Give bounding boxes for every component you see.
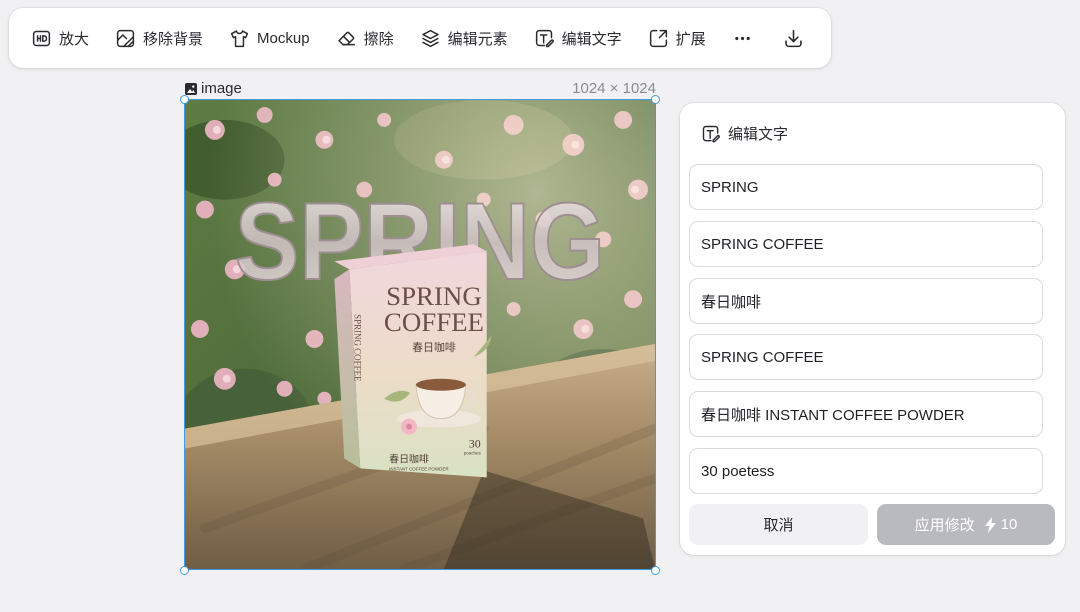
text-field-6[interactable] xyxy=(689,448,1043,494)
box-chinese-title: 春日咖啡 xyxy=(412,340,456,354)
box-count: 30 xyxy=(469,437,481,451)
text-field-2[interactable] xyxy=(689,221,1043,267)
tshirt-icon xyxy=(230,29,249,47)
apply-cost: 10 xyxy=(1000,516,1018,533)
image-layer-label[interactable]: image xyxy=(185,80,242,97)
mockup-button[interactable]: Mockup xyxy=(227,20,312,56)
remove-background-button[interactable]: 移除背景 xyxy=(113,20,205,56)
cancel-button[interactable]: 取消 xyxy=(689,504,868,545)
box-count-unit: pouches xyxy=(464,450,482,455)
box-title-line2: COFFEE xyxy=(384,307,484,337)
resize-handle-bottom-right[interactable] xyxy=(651,566,660,575)
image-dimensions: 1024 × 1024 xyxy=(572,80,656,97)
product-photo: SPRING SPRING COFFEE 春日咖啡 SPRING COFFEE … xyxy=(185,100,655,569)
resize-handle-top-left[interactable] xyxy=(180,95,189,104)
edit-text-button[interactable]: 编辑文字 xyxy=(532,20,624,56)
panel-header: 编辑文字 xyxy=(701,123,788,144)
edit-elements-label: 编辑元素 xyxy=(447,30,508,48)
box-bottom-chinese: 春日咖啡 xyxy=(389,453,429,465)
resize-handle-top-right[interactable] xyxy=(651,95,660,104)
apply-label: 应用修改 xyxy=(914,517,975,534)
hd-icon xyxy=(32,30,51,46)
download-button[interactable] xyxy=(781,20,806,56)
image-layer-name: image xyxy=(201,80,242,97)
text-field-3[interactable] xyxy=(689,278,1043,324)
upscale-label: 放大 xyxy=(59,30,90,48)
eraser-icon xyxy=(337,31,355,45)
edit-text-panel: 编辑文字 取消 应用修改 10 xyxy=(680,103,1065,555)
edit-elements-button[interactable]: 编辑元素 xyxy=(418,20,510,56)
more-icon xyxy=(734,36,750,40)
erase-label: 擦除 xyxy=(363,30,394,48)
box-side-text: SPRING COFFEE xyxy=(352,314,362,382)
cancel-label: 取消 xyxy=(763,517,794,534)
top-toolbar: 放大 移除背景 Mockup 擦除 编辑元素 编辑文字 扩展 xyxy=(9,8,831,68)
resize-handle-bottom-left[interactable] xyxy=(180,566,189,575)
remove-background-label: 移除背景 xyxy=(143,30,204,48)
download-icon xyxy=(784,29,802,47)
image-icon xyxy=(185,82,197,95)
selected-image[interactable]: SPRING SPRING COFFEE 春日咖啡 SPRING COFFEE … xyxy=(184,99,656,570)
layers-icon xyxy=(421,29,439,47)
edit-text-icon xyxy=(702,125,720,142)
erase-button[interactable]: 擦除 xyxy=(334,20,396,56)
expand-button[interactable]: 扩展 xyxy=(646,20,708,56)
expand-icon xyxy=(649,29,667,47)
box-bottom-english: INSTANT COFFEE POWDER xyxy=(389,466,449,471)
expand-label: 扩展 xyxy=(675,30,706,48)
edit-text-label: 编辑文字 xyxy=(561,30,622,48)
more-button[interactable] xyxy=(730,20,755,56)
edit-text-icon xyxy=(535,29,554,47)
upscale-button[interactable]: 放大 xyxy=(29,20,91,56)
panel-title: 编辑文字 xyxy=(728,126,789,143)
remove-background-icon xyxy=(116,29,135,47)
text-field-1[interactable] xyxy=(689,164,1043,210)
text-field-4[interactable] xyxy=(689,334,1043,380)
apply-changes-button[interactable]: 应用修改 10 xyxy=(877,504,1055,545)
mockup-label: Mockup xyxy=(257,29,310,47)
lightning-icon xyxy=(984,516,996,533)
text-field-5[interactable] xyxy=(689,391,1043,437)
